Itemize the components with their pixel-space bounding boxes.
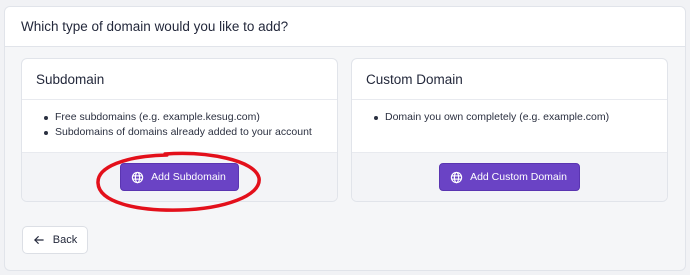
globe-icon bbox=[131, 171, 144, 183]
card-body: Free subdomains (e.g. example.kesug.com)… bbox=[22, 100, 337, 152]
button-label: Add Subdomain bbox=[151, 171, 226, 183]
list-item: Domain you own completely (e.g. example.… bbox=[374, 110, 653, 125]
card-title: Subdomain bbox=[22, 59, 337, 100]
card-footer: Add Custom Domain bbox=[352, 152, 667, 201]
list-item: Subdomains of domains already added to y… bbox=[44, 125, 323, 140]
card-title: Custom Domain bbox=[352, 59, 667, 100]
back-button[interactable]: Back bbox=[22, 226, 88, 254]
button-label: Add Custom Domain bbox=[470, 171, 567, 183]
card-footer: Add Subdomain bbox=[22, 152, 337, 201]
subdomain-card: Subdomain Free subdomains (e.g. example.… bbox=[21, 58, 338, 202]
page-title: Which type of domain would you like to a… bbox=[21, 19, 289, 34]
add-subdomain-button[interactable]: Add Subdomain bbox=[120, 163, 239, 191]
add-custom-domain-button[interactable]: Add Custom Domain bbox=[439, 163, 580, 191]
arrow-left-icon bbox=[34, 236, 44, 244]
card-body: Domain you own completely (e.g. example.… bbox=[352, 100, 667, 152]
feature-list: Free subdomains (e.g. example.kesug.com)… bbox=[44, 110, 323, 140]
domain-type-panel: Which type of domain would you like to a… bbox=[4, 6, 686, 271]
panel-header: Which type of domain would you like to a… bbox=[5, 7, 685, 47]
custom-domain-card: Custom Domain Domain you own completely … bbox=[351, 58, 668, 202]
list-item: Free subdomains (e.g. example.kesug.com) bbox=[44, 110, 323, 125]
back-label: Back bbox=[52, 234, 78, 246]
globe-icon bbox=[450, 171, 463, 183]
feature-list: Domain you own completely (e.g. example.… bbox=[374, 110, 653, 125]
domain-type-cards: Subdomain Free subdomains (e.g. example.… bbox=[21, 58, 668, 202]
